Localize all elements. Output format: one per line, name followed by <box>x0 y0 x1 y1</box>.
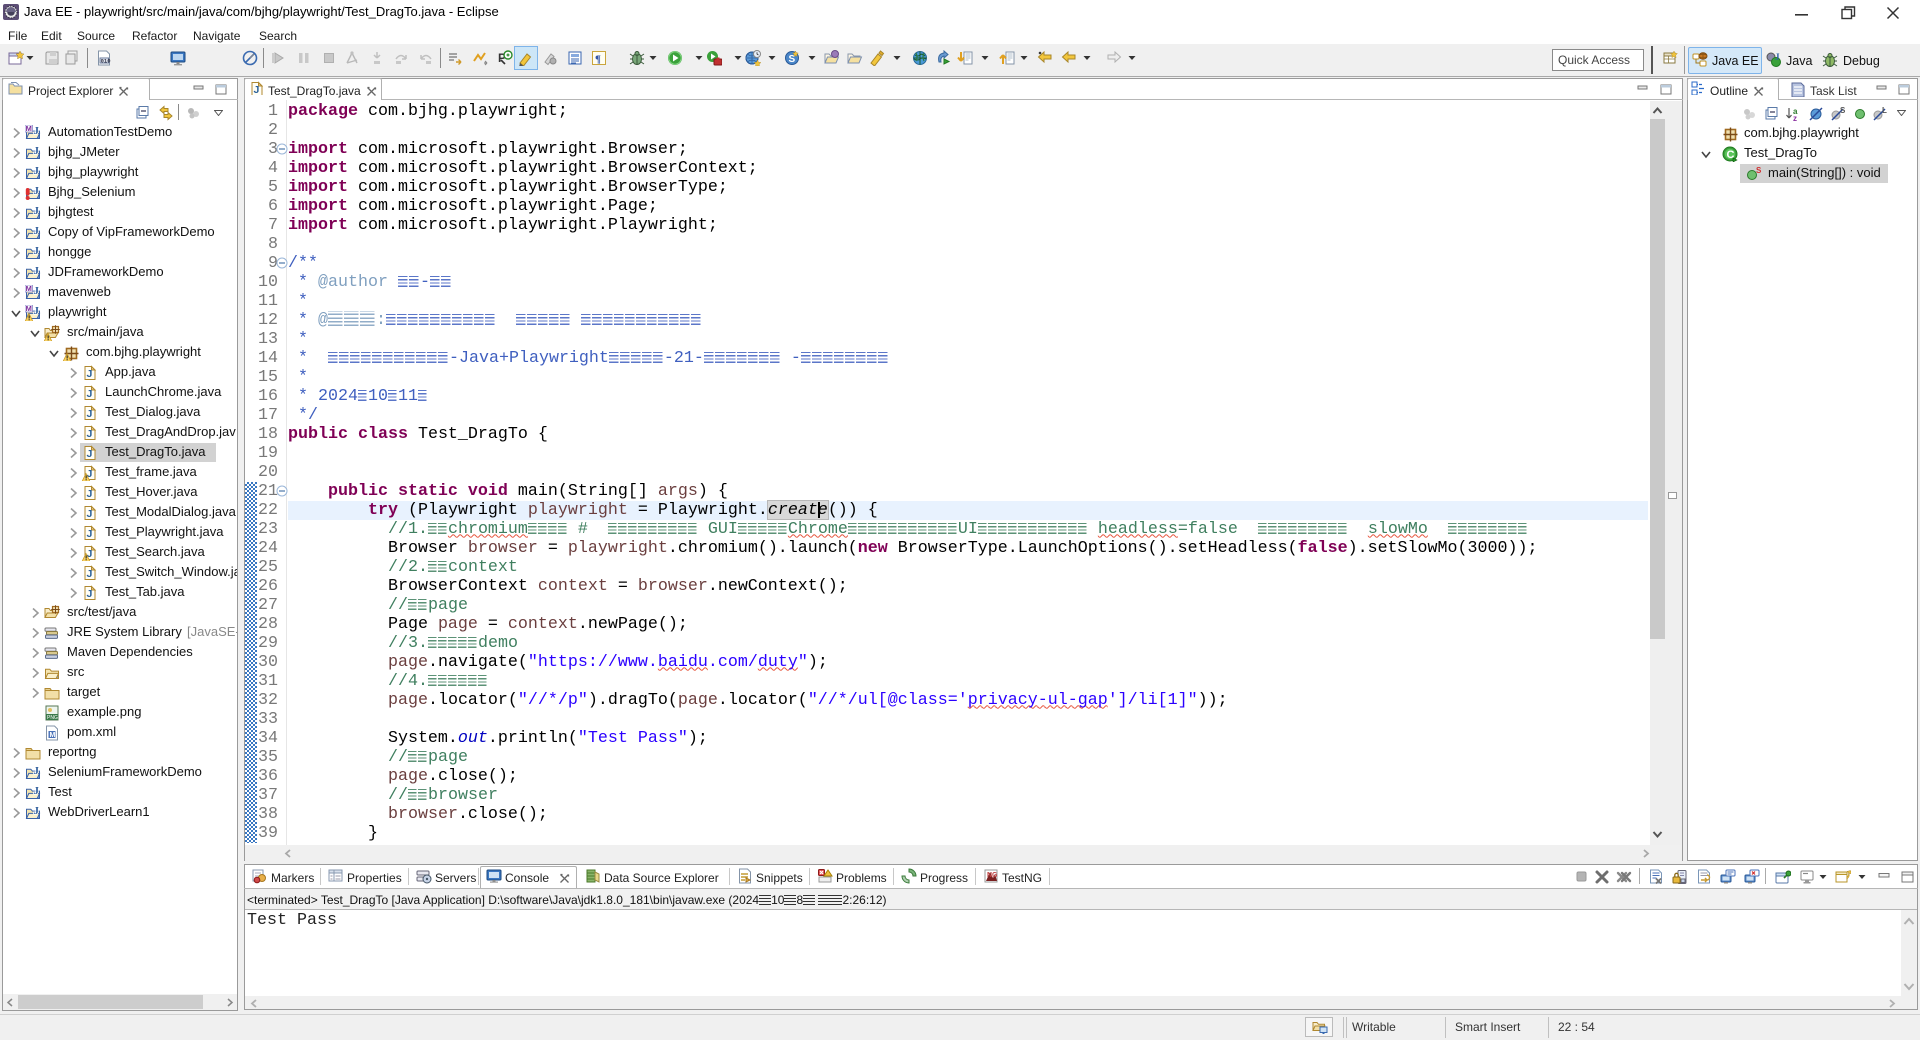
svg-text:J: J <box>87 588 93 600</box>
svg-text:J: J <box>34 186 39 197</box>
svg-text:J: J <box>34 266 39 277</box>
svg-text:J: J <box>87 408 93 420</box>
svg-text:J: J <box>34 286 39 297</box>
svg-text:J: J <box>34 766 39 777</box>
svg-text:J: J <box>254 84 260 95</box>
svg-text:S: S <box>1840 106 1846 115</box>
svg-text:J: J <box>34 146 39 157</box>
svg-text:M: M <box>26 305 32 313</box>
svg-text:J: J <box>87 448 93 460</box>
svg-text:J: J <box>34 306 39 317</box>
svg-text:M: M <box>26 285 32 293</box>
svg-text:J: J <box>1775 52 1780 62</box>
svg-text:L: L <box>1882 106 1887 115</box>
svg-text:J: J <box>34 806 39 817</box>
svg-text:J: J <box>87 488 93 500</box>
svg-text:¶: ¶ <box>595 54 601 66</box>
svg-text:J: J <box>87 568 93 580</box>
svg-text:S: S <box>1756 166 1762 175</box>
svg-text:J: J <box>87 388 93 400</box>
svg-text:J: J <box>87 428 93 440</box>
svg-text:M: M <box>50 732 56 739</box>
svg-text:J: J <box>87 368 93 380</box>
svg-text:J: J <box>34 226 39 237</box>
svg-text:NG: NG <box>987 872 998 879</box>
svg-text:z: z <box>1793 114 1797 122</box>
svg-text:J: J <box>34 126 39 137</box>
svg-text:J: J <box>87 528 93 540</box>
svg-text:J: J <box>34 786 39 797</box>
svg-text:J: J <box>34 166 39 177</box>
svg-text:PNG: PNG <box>47 715 58 721</box>
svg-text:M: M <box>26 125 32 133</box>
svg-text:J: J <box>34 246 39 257</box>
svg-text:J: J <box>34 206 39 217</box>
svg-text:J: J <box>87 508 93 520</box>
